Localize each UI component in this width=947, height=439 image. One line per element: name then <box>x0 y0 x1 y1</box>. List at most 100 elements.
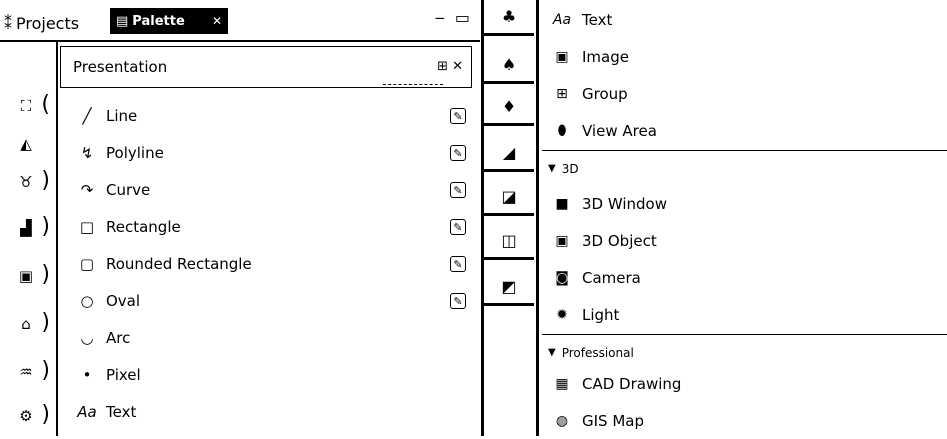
palette-item-label: 3D Object <box>582 232 657 250</box>
strip-tool-button[interactable]: ◢ <box>484 136 534 172</box>
gis-map-icon: ◍ <box>555 413 569 429</box>
strip-tool-button[interactable]: ⚙) <box>0 398 52 434</box>
collapse-arrow-icon: ▼ <box>548 163 556 174</box>
tab-projects-label: Projects <box>16 13 80 33</box>
tool-icon: ◭ <box>20 135 32 153</box>
palette-list-right: Aa Text ▣ Image ⊞ Group ⬮ View Area ▼ 3D ■ 3D Wi… <box>540 0 947 436</box>
strip-tool-button[interactable]: ♣ <box>484 0 534 36</box>
pencil-icon[interactable]: ✎ <box>450 145 466 161</box>
pencil-icon[interactable]: ✎ <box>450 256 466 272</box>
palette-item-label: Image <box>582 48 629 66</box>
collapse-arrow-icon: ▼ <box>548 347 556 358</box>
palette-item[interactable]: ⬮ View Area <box>552 113 942 149</box>
palette-item[interactable]: ✹ Light <box>552 297 942 333</box>
palette-item-label: Text <box>582 11 613 29</box>
pencil-icon[interactable]: ✎ <box>450 182 466 198</box>
projects-icon: ⁑ <box>4 13 12 33</box>
strip-tool-button[interactable]: ⛶( <box>0 88 52 124</box>
palette-item-label: 3D Window <box>582 195 668 213</box>
palette-item[interactable]: ▣ Image <box>552 39 942 75</box>
tool-label: Rectangle <box>106 218 181 236</box>
drawer-layout-icon[interactable]: ⊞ ✕ <box>437 59 463 74</box>
tool-label: Rounded Rectangle <box>106 255 252 273</box>
tool-label: Pixel <box>106 366 141 384</box>
palette-item[interactable]: ⊞ Group <box>552 76 942 112</box>
section-header-professional[interactable]: ▼ Professional <box>542 334 947 370</box>
section-label: Professional <box>561 345 634 360</box>
divider <box>536 0 539 436</box>
palette-view: ⁑ Projects ▤ Palette ✕ ‒ ▭ ⛶( ◭ ♉) ▟) ▣)… <box>0 0 480 436</box>
tool-icon: ▣ <box>18 267 34 285</box>
rectangle-icon: □ <box>79 218 95 236</box>
tool-icon: ♣ <box>501 7 517 26</box>
palette-item[interactable]: Aa Text <box>552 2 942 38</box>
tool-icon: ◩ <box>501 277 517 296</box>
palette-item-label: View Area <box>582 122 657 140</box>
section-label: 3D <box>561 161 579 176</box>
palette-icon: ▤ <box>116 13 129 29</box>
tab-palette[interactable]: ▤ Palette ✕ <box>110 8 228 34</box>
camera-icon: ◙ <box>555 270 569 286</box>
tool-item[interactable]: □ Rectangle ✎ <box>76 209 472 245</box>
arc-icon: ◡ <box>80 329 94 347</box>
tool-item[interactable]: Aa Text <box>76 394 472 430</box>
tool-label: Curve <box>106 181 151 199</box>
tool-icon: ♉ <box>19 173 33 191</box>
minimize-icon[interactable]: ‒ <box>435 8 445 27</box>
strip-tool-button[interactable]: ◫ <box>484 224 534 260</box>
polyline-icon: ↯ <box>80 144 94 162</box>
strip-tool-button[interactable]: ▟) <box>0 210 52 246</box>
drawer-header-presentation[interactable]: Presentation ⊞ ✕ <box>60 46 472 88</box>
3d-object-icon: ▣ <box>555 233 569 249</box>
strip-tool-button[interactable]: ♠ <box>484 48 534 84</box>
tool-icon: ♦ <box>501 97 517 116</box>
maximize-icon[interactable]: ▭ <box>455 8 470 27</box>
strip-tool-button[interactable]: ⌂) <box>0 306 52 342</box>
tool-item[interactable]: ╱ Line ✎ <box>76 98 472 134</box>
palette-item[interactable]: ◙ Camera <box>552 260 942 296</box>
tab-projects[interactable]: ⁑ Projects <box>4 10 79 36</box>
text-icon: Aa <box>77 403 97 421</box>
strip-tool-button[interactable]: ◪ <box>484 180 534 216</box>
pencil-icon[interactable]: ✎ <box>450 108 466 124</box>
strip-tool-button[interactable]: ♉) <box>0 164 52 200</box>
view-area-icon: ⬮ <box>557 123 567 139</box>
divider <box>56 42 58 436</box>
palette-item-label: CAD Drawing <box>582 375 682 393</box>
tool-label: Oval <box>106 292 141 310</box>
strip-tool-button[interactable]: ♒) <box>0 354 52 390</box>
tool-icon: ⚙ <box>19 407 33 425</box>
strip-tool-button[interactable]: ◩ <box>484 270 534 306</box>
line-icon: ╱ <box>82 107 92 125</box>
tool-label: Arc <box>106 329 131 347</box>
view-tab-bar: ⁑ Projects ▤ Palette ✕ ‒ ▭ <box>0 0 480 40</box>
tool-item[interactable]: ▢ Rounded Rectangle ✎ <box>76 246 472 282</box>
tool-icon: ◫ <box>501 231 517 250</box>
strip-tool-button[interactable]: ◭ <box>0 126 52 162</box>
tool-item[interactable]: ↯ Polyline ✎ <box>76 135 472 171</box>
section-header-3d[interactable]: ▼ 3D <box>542 150 947 186</box>
pencil-icon[interactable]: ✎ <box>450 293 466 309</box>
tool-item[interactable]: ◡ Arc <box>76 320 472 356</box>
tool-item[interactable]: ↷ Curve ✎ <box>76 172 472 208</box>
palette-item-label: Group <box>582 85 628 103</box>
palette-item-label: GIS Map <box>582 412 644 430</box>
strip-tool-button[interactable]: ♦ <box>484 90 534 126</box>
pencil-icon[interactable]: ✎ <box>450 219 466 235</box>
strip-tool-button[interactable]: ▣) <box>0 258 52 294</box>
palette-item[interactable]: ▦ CAD Drawing <box>552 366 942 402</box>
tool-item[interactable]: ○ Oval ✎ <box>76 283 472 319</box>
palette-item[interactable]: ◍ GIS Map <box>552 403 942 439</box>
view-window-controls: ‒ ▭ <box>435 8 470 27</box>
palette-item-label: Camera <box>582 269 641 287</box>
close-icon[interactable]: ✕ <box>212 14 222 28</box>
palette-item[interactable]: ■ 3D Window <box>552 186 942 222</box>
3d-window-icon: ■ <box>555 196 569 212</box>
text-icon: Aa <box>552 12 572 28</box>
cad-drawing-icon: ▦ <box>555 376 569 392</box>
palette-item[interactable]: ▣ 3D Object <box>552 223 942 259</box>
tool-item[interactable]: • Pixel <box>76 357 472 393</box>
tab-palette-label: Palette <box>132 13 185 29</box>
tool-icon: ◪ <box>501 187 517 206</box>
tool-label: Text <box>106 403 137 421</box>
